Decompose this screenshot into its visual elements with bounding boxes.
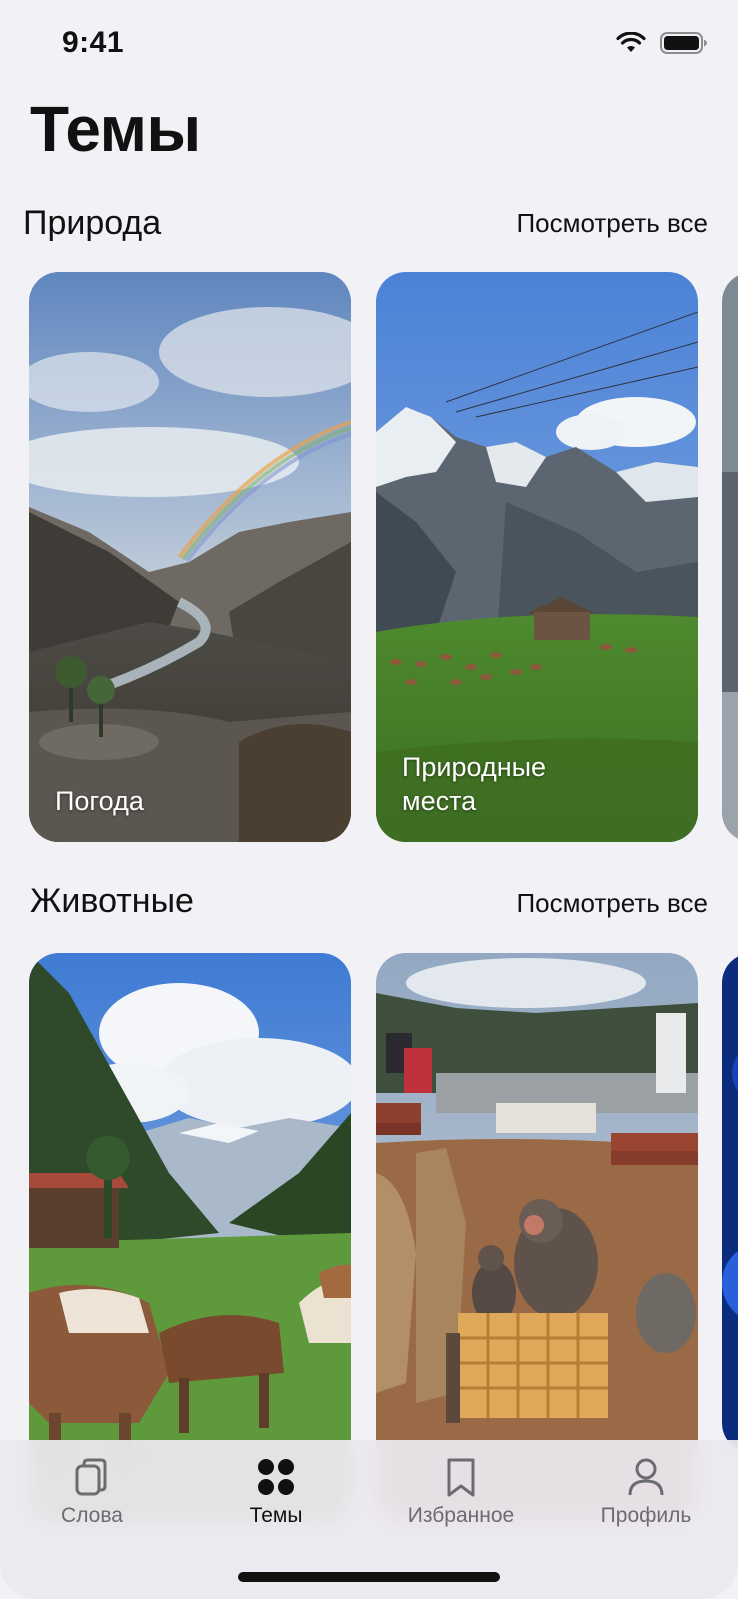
card-label: Погода (55, 786, 144, 816)
page-title: Темы (30, 93, 201, 165)
tab-label: Темы (249, 1504, 303, 1527)
status-icons (616, 31, 708, 59)
rainbow-valley-image (29, 272, 351, 842)
tab-label: Избранное (407, 1504, 515, 1527)
home-indicator[interactable] (238, 1572, 500, 1582)
see-all-animals-button[interactable]: Посмотреть все (516, 888, 708, 919)
monkeys-image (376, 953, 698, 1523)
cows-valley-image (29, 953, 351, 1523)
card-label: Природные места (402, 752, 547, 816)
grid-dots-icon (258, 1459, 294, 1495)
peek-image (722, 953, 738, 1453)
bookmark-icon (447, 1458, 475, 1497)
screen: 9:41 Темы Природа Посмотреть все Погода … (0, 0, 738, 1599)
person-icon (628, 1458, 664, 1496)
section-title-animals: Животные (30, 882, 194, 920)
tab-words[interactable]: Слова (12, 1456, 172, 1528)
wifi-icon (616, 31, 646, 59)
battery-icon (660, 32, 708, 59)
topic-card-weather[interactable]: Погода (29, 272, 351, 842)
tab-favorites[interactable]: Избранное (381, 1456, 541, 1528)
cards-icon (75, 1458, 107, 1496)
topic-card-cows[interactable] (29, 953, 351, 1523)
status-time: 9:41 (62, 26, 125, 59)
topic-card-peek[interactable] (722, 953, 738, 1453)
tab-label: Профиль (600, 1504, 692, 1527)
topic-card-peek[interactable] (722, 272, 738, 842)
section-title-nature: Природа (23, 204, 162, 242)
topic-card-nature-places[interactable]: Природные места (376, 272, 698, 842)
tab-profile[interactable]: Профиль (566, 1456, 726, 1528)
see-all-nature-button[interactable]: Посмотреть все (516, 208, 708, 239)
tab-topics[interactable]: Темы (196, 1456, 356, 1528)
peek-image (722, 272, 738, 842)
topic-card-monkeys[interactable] (376, 953, 698, 1523)
tab-label: Слова (61, 1504, 123, 1527)
